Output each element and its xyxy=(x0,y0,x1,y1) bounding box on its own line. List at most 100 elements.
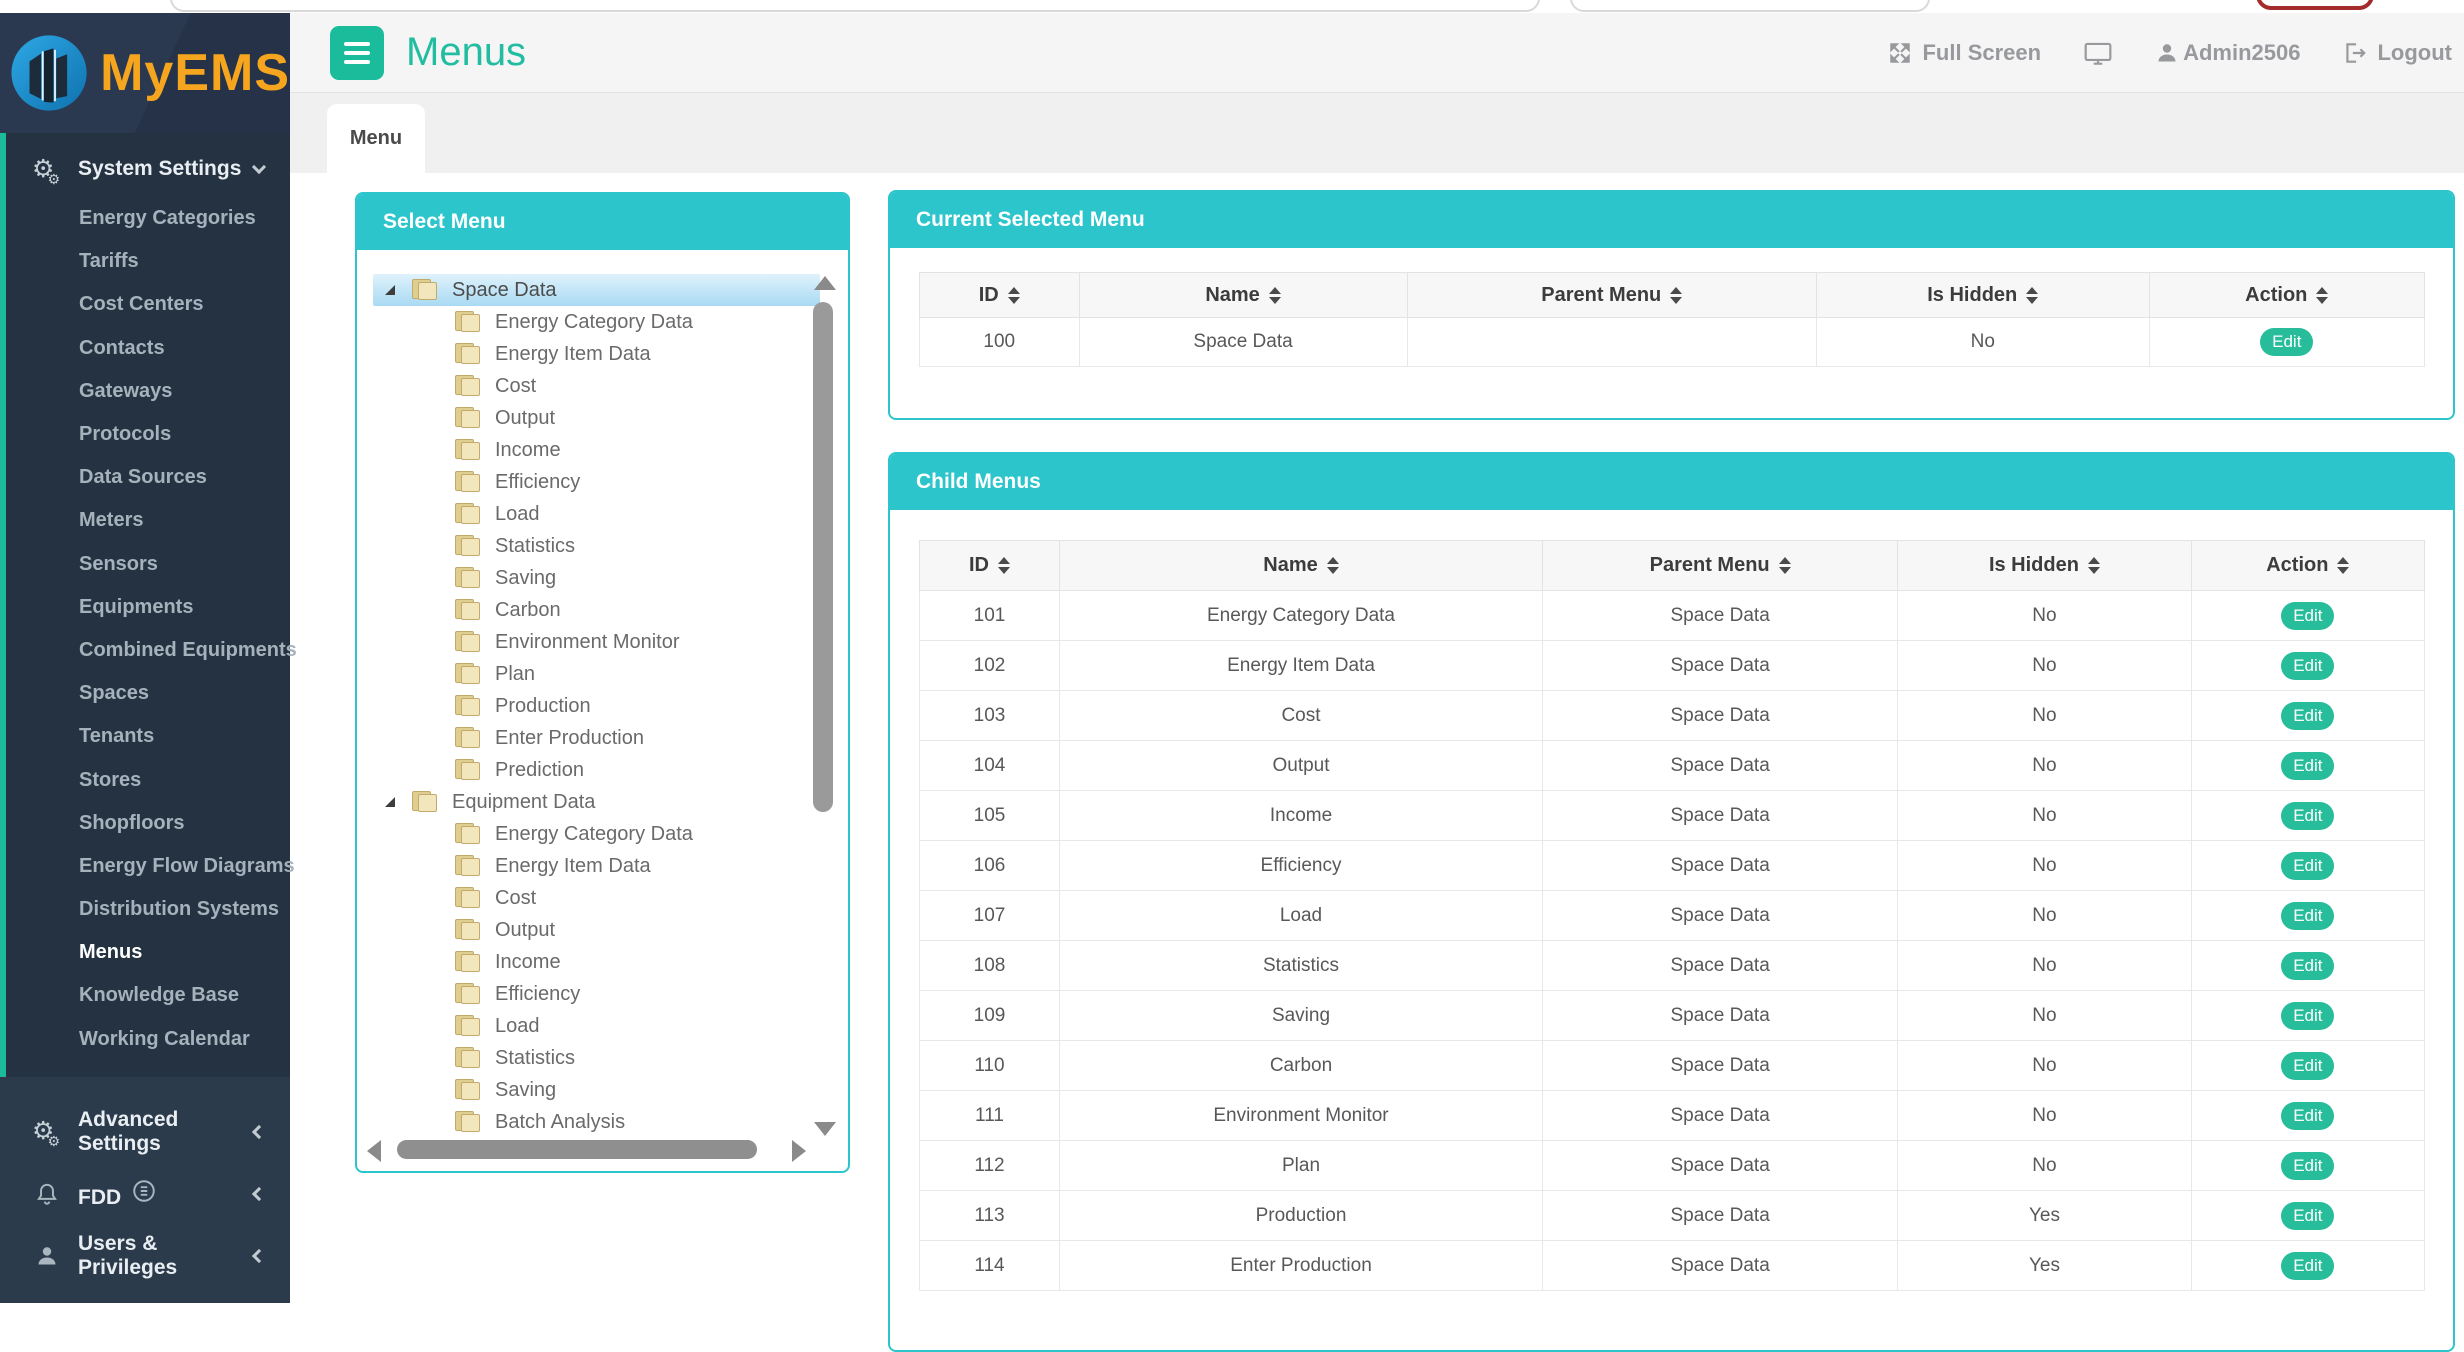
tree-node[interactable]: Statistics xyxy=(373,1042,820,1074)
tree-node[interactable]: Energy Category Data xyxy=(373,818,820,850)
fullscreen-button[interactable]: Full Screen xyxy=(1887,40,2041,66)
tree-node[interactable]: Equipment Data xyxy=(373,786,820,818)
tree-node[interactable]: Plan xyxy=(373,658,820,690)
edit-button[interactable]: Edit xyxy=(2281,702,2334,730)
column-header-is-hidden[interactable]: Is Hidden xyxy=(1898,541,2191,591)
scroll-right-icon[interactable] xyxy=(792,1140,806,1162)
display-button[interactable] xyxy=(2083,40,2113,66)
edit-button[interactable]: Edit xyxy=(2281,852,2334,880)
column-header-id[interactable]: ID xyxy=(920,273,1080,318)
tree-node[interactable]: Load xyxy=(373,498,820,530)
edit-button[interactable]: Edit xyxy=(2281,1252,2334,1280)
column-header-action[interactable]: Action xyxy=(2191,541,2424,591)
edit-button[interactable]: Edit xyxy=(2281,752,2334,780)
column-header-parent-menu[interactable]: Parent Menu xyxy=(1543,541,1898,591)
sidebar-item-fdd[interactable]: FDD xyxy=(0,1163,290,1225)
tab-menu[interactable]: Menu xyxy=(327,104,425,173)
cell-name: Output xyxy=(1059,741,1542,791)
tree-node[interactable]: Enter Production xyxy=(373,722,820,754)
sidebar-item-menus[interactable]: Menus xyxy=(6,931,290,974)
sidebar-item-gateways[interactable]: Gateways xyxy=(6,370,290,413)
column-header-id[interactable]: ID xyxy=(920,541,1060,591)
tree-node[interactable]: Income xyxy=(373,946,820,978)
cell-parent-menu xyxy=(1407,318,1816,367)
sidebar-item-cost-centers[interactable]: Cost Centers xyxy=(6,283,290,326)
tree-node[interactable]: Carbon xyxy=(373,594,820,626)
sidebar-item-equipments[interactable]: Equipments xyxy=(6,586,290,629)
tree-node[interactable]: Load xyxy=(373,1010,820,1042)
sidebar-item-system-settings[interactable]: System Settings xyxy=(6,147,290,191)
edit-button[interactable]: Edit xyxy=(2281,1052,2334,1080)
edit-button[interactable]: Edit xyxy=(2281,952,2334,980)
edit-button[interactable]: Edit xyxy=(2281,602,2334,630)
tree-node[interactable]: Environment Monitor xyxy=(373,626,820,658)
sidebar-item-shopfloors[interactable]: Shopfloors xyxy=(6,802,290,845)
column-header-is-hidden[interactable]: Is Hidden xyxy=(1816,273,2149,318)
edit-button[interactable]: Edit xyxy=(2281,652,2334,680)
edit-button[interactable]: Edit xyxy=(2281,1002,2334,1030)
scroll-up-icon[interactable] xyxy=(814,276,836,290)
tree-node[interactable]: Output xyxy=(373,914,820,946)
sidebar-item-spaces[interactable]: Spaces xyxy=(6,672,290,715)
sidebar-item-users-privileges[interactable]: Users & Privileges xyxy=(0,1225,290,1287)
tree-vertical-scrollbar[interactable] xyxy=(806,274,842,1152)
column-header-parent-menu[interactable]: Parent Menu xyxy=(1407,273,1816,318)
sidebar-item-combined-equipments[interactable]: Combined Equipments xyxy=(6,629,290,672)
tree-node[interactable]: Prediction xyxy=(373,754,820,786)
tree-node[interactable]: Efficiency xyxy=(373,978,820,1010)
edit-button[interactable]: Edit xyxy=(2281,1152,2334,1180)
sidebar-item-sensors[interactable]: Sensors xyxy=(6,543,290,586)
cell-action: Edit xyxy=(2191,941,2424,991)
edit-button[interactable]: Edit xyxy=(2281,1102,2334,1130)
sidebar-item-tenants[interactable]: Tenants xyxy=(6,715,290,758)
edit-button[interactable]: Edit xyxy=(2260,328,2313,356)
sidebar-item-advanced-settings[interactable]: Advanced Settings xyxy=(0,1101,290,1163)
edit-button[interactable]: Edit xyxy=(2281,802,2334,830)
sidebar-item-distribution-systems[interactable]: Distribution Systems xyxy=(6,888,290,931)
edit-button[interactable]: Edit xyxy=(2281,902,2334,930)
app-logo[interactable]: MyEMS xyxy=(0,13,290,133)
tree-node[interactable]: Space Data xyxy=(373,274,820,306)
menu-tree: Space DataEnergy Category DataEnergy Ite… xyxy=(373,274,820,1152)
sidebar-item-energy-flow-diagrams[interactable]: Energy Flow Diagrams xyxy=(6,845,290,888)
scroll-down-icon[interactable] xyxy=(814,1122,836,1136)
expander-icon[interactable] xyxy=(385,285,395,295)
edit-button[interactable]: Edit xyxy=(2281,1202,2334,1230)
scroll-left-icon[interactable] xyxy=(367,1140,381,1162)
tree-node[interactable]: Energy Item Data xyxy=(373,338,820,370)
expander-icon[interactable] xyxy=(385,797,395,807)
sidebar-item-stores[interactable]: Stores xyxy=(6,758,290,801)
horizontal-scroll-thumb[interactable] xyxy=(397,1140,757,1159)
tree-horizontal-scrollbar[interactable] xyxy=(365,1137,830,1163)
sidebar-item-tariffs[interactable]: Tariffs xyxy=(6,240,290,283)
tree-node[interactable]: Statistics xyxy=(373,530,820,562)
tree-node[interactable]: Batch Analysis xyxy=(373,1106,820,1138)
user-menu[interactable]: Admin2506 xyxy=(2155,40,2300,66)
vertical-scroll-thumb[interactable] xyxy=(813,302,833,812)
sidebar-item-data-sources[interactable]: Data Sources xyxy=(6,456,290,499)
tree-node[interactable]: Saving xyxy=(373,562,820,594)
column-header-name[interactable]: Name xyxy=(1059,541,1542,591)
sidebar-item-protocols[interactable]: Protocols xyxy=(6,413,290,456)
tree-node[interactable]: Energy Category Data xyxy=(373,306,820,338)
sidebar-item-knowledge-base[interactable]: Knowledge Base xyxy=(6,974,290,1017)
tree-node[interactable]: Cost xyxy=(373,882,820,914)
panel-header: Current Selected Menu xyxy=(890,192,2453,248)
sidebar-item-meters[interactable]: Meters xyxy=(6,499,290,542)
column-header-action[interactable]: Action xyxy=(2149,273,2424,318)
sidebar-item-contacts[interactable]: Contacts xyxy=(6,327,290,370)
logo-text: MyEMS xyxy=(100,43,290,103)
sidebar-item-energy-categories[interactable]: Energy Categories xyxy=(6,197,290,240)
column-header-name[interactable]: Name xyxy=(1079,273,1407,318)
sidebar-toggle-button[interactable] xyxy=(330,26,384,80)
tree-node[interactable]: Energy Item Data xyxy=(373,850,820,882)
tree-node[interactable]: Saving xyxy=(373,1074,820,1106)
tree-node[interactable]: Income xyxy=(373,434,820,466)
sidebar-item-working-calendar[interactable]: Working Calendar xyxy=(6,1018,290,1061)
tree-node[interactable]: Production xyxy=(373,690,820,722)
tree-node[interactable]: Cost xyxy=(373,370,820,402)
tree-node[interactable]: Efficiency xyxy=(373,466,820,498)
tree-node[interactable]: Output xyxy=(373,402,820,434)
logout-button[interactable]: Logout xyxy=(2342,40,2452,66)
cell-is-hidden: No xyxy=(1898,591,2191,641)
